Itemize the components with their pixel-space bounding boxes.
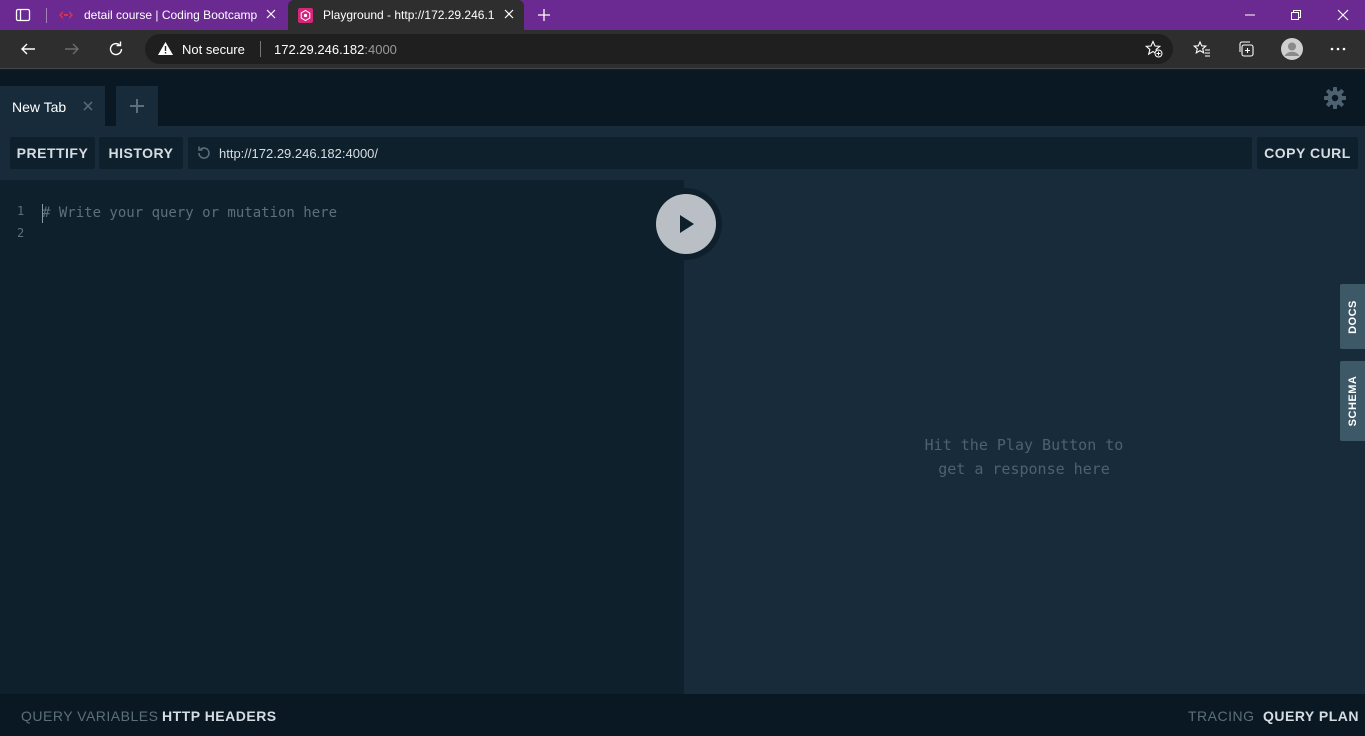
security-label[interactable]: Not secure (182, 42, 245, 57)
browser-tab-title: Playground - http://172.29.246.1 (323, 8, 495, 22)
line-number: 2 (17, 226, 25, 240)
endpoint-url-input[interactable]: http://172.29.246.182:4000/ (188, 137, 1252, 169)
history-button[interactable]: HISTORY (99, 137, 183, 169)
new-tab-icon[interactable] (536, 7, 552, 23)
schema-tab[interactable]: SCHEMA (1340, 361, 1365, 441)
line-number: 1 (17, 204, 25, 218)
settings-gear-icon[interactable] (1323, 86, 1347, 110)
prettify-button[interactable]: PRETTIFY (10, 137, 95, 169)
tab-label: New Tab (12, 99, 67, 115)
browser-tab-title: detail course | Coding Bootcamp (84, 8, 258, 22)
address-port: :4000 (364, 42, 397, 57)
text-cursor (42, 204, 43, 223)
more-menu-icon[interactable] (1327, 38, 1349, 60)
restore-icon[interactable] (1289, 8, 1303, 22)
schema-label: SCHEMA (1346, 375, 1359, 427)
docs-label: DOCS (1346, 299, 1359, 334)
browser-toolbar: Not secure 172.29.246.182:4000 (0, 30, 1365, 69)
docs-tab[interactable]: DOCS (1340, 284, 1365, 349)
browser-tab-playground[interactable]: Playground - http://172.29.246.1 (288, 0, 524, 30)
close-tab-icon[interactable] (502, 7, 516, 21)
browser-tab-coding-bootcamp[interactable]: detail course | Coding Bootcamp (48, 0, 286, 30)
close-tab-icon[interactable] (264, 7, 278, 21)
browser-tab-strip: detail course | Coding Bootcamp Playgrou… (0, 0, 1365, 30)
add-favorite-icon[interactable] (1145, 40, 1163, 58)
http-headers-tab[interactable]: HTTP HEADERS (162, 708, 277, 724)
address-bar[interactable]: Not secure 172.29.246.182:4000 (145, 34, 1173, 64)
close-window-icon[interactable] (1336, 8, 1350, 22)
minimize-icon[interactable] (1243, 8, 1257, 22)
tab-separator (46, 8, 47, 23)
address-host: 172.29.246.182 (274, 42, 365, 57)
profile-avatar-icon[interactable] (1280, 37, 1304, 61)
execute-query-button[interactable] (650, 188, 722, 260)
address-url[interactable]: 172.29.246.182:4000 (274, 42, 397, 57)
plus-icon (129, 98, 145, 114)
result-hint: Hit the Play Button to get a response he… (924, 436, 1124, 478)
back-icon[interactable] (17, 38, 39, 60)
result-pane: Hit the Play Button to get a response he… (684, 180, 1365, 694)
favorites-icon[interactable] (1191, 38, 1213, 60)
tracing-tab[interactable]: TRACING (1188, 708, 1255, 724)
query-plan-tab[interactable]: QUERY PLAN (1263, 708, 1359, 724)
forward-icon[interactable] (61, 38, 83, 60)
query-editor[interactable]: 1 2 # Write your query or mutation here (0, 180, 684, 694)
address-divider (260, 41, 261, 57)
playground-toolbar: PRETTIFY HISTORY http://172.29.246.182:4… (0, 126, 1365, 180)
tab-actions-icon[interactable] (15, 7, 31, 23)
reload-schema-icon[interactable] (196, 145, 212, 161)
copy-curl-button[interactable]: COPY CURL (1257, 137, 1358, 169)
endpoint-url: http://172.29.246.182:4000/ (219, 146, 379, 161)
reload-icon[interactable] (105, 38, 127, 60)
query-variables-tab[interactable]: QUERY VARIABLES (21, 708, 158, 724)
collections-icon[interactable] (1235, 38, 1257, 60)
graphql-playground-icon (298, 8, 313, 23)
play-icon (656, 194, 716, 254)
brand-logo-icon (58, 9, 74, 21)
playground-tab-bar: New Tab (0, 70, 1365, 126)
add-tab-button[interactable] (116, 86, 158, 126)
close-icon[interactable] (82, 100, 94, 112)
playground-bottom-bar: QUERY VARIABLES HTTP HEADERS TRACING QUE… (0, 694, 1365, 736)
editor-placeholder: # Write your query or mutation here (42, 205, 338, 221)
warning-icon[interactable] (157, 41, 174, 56)
tab-new-tab[interactable]: New Tab (0, 86, 105, 126)
